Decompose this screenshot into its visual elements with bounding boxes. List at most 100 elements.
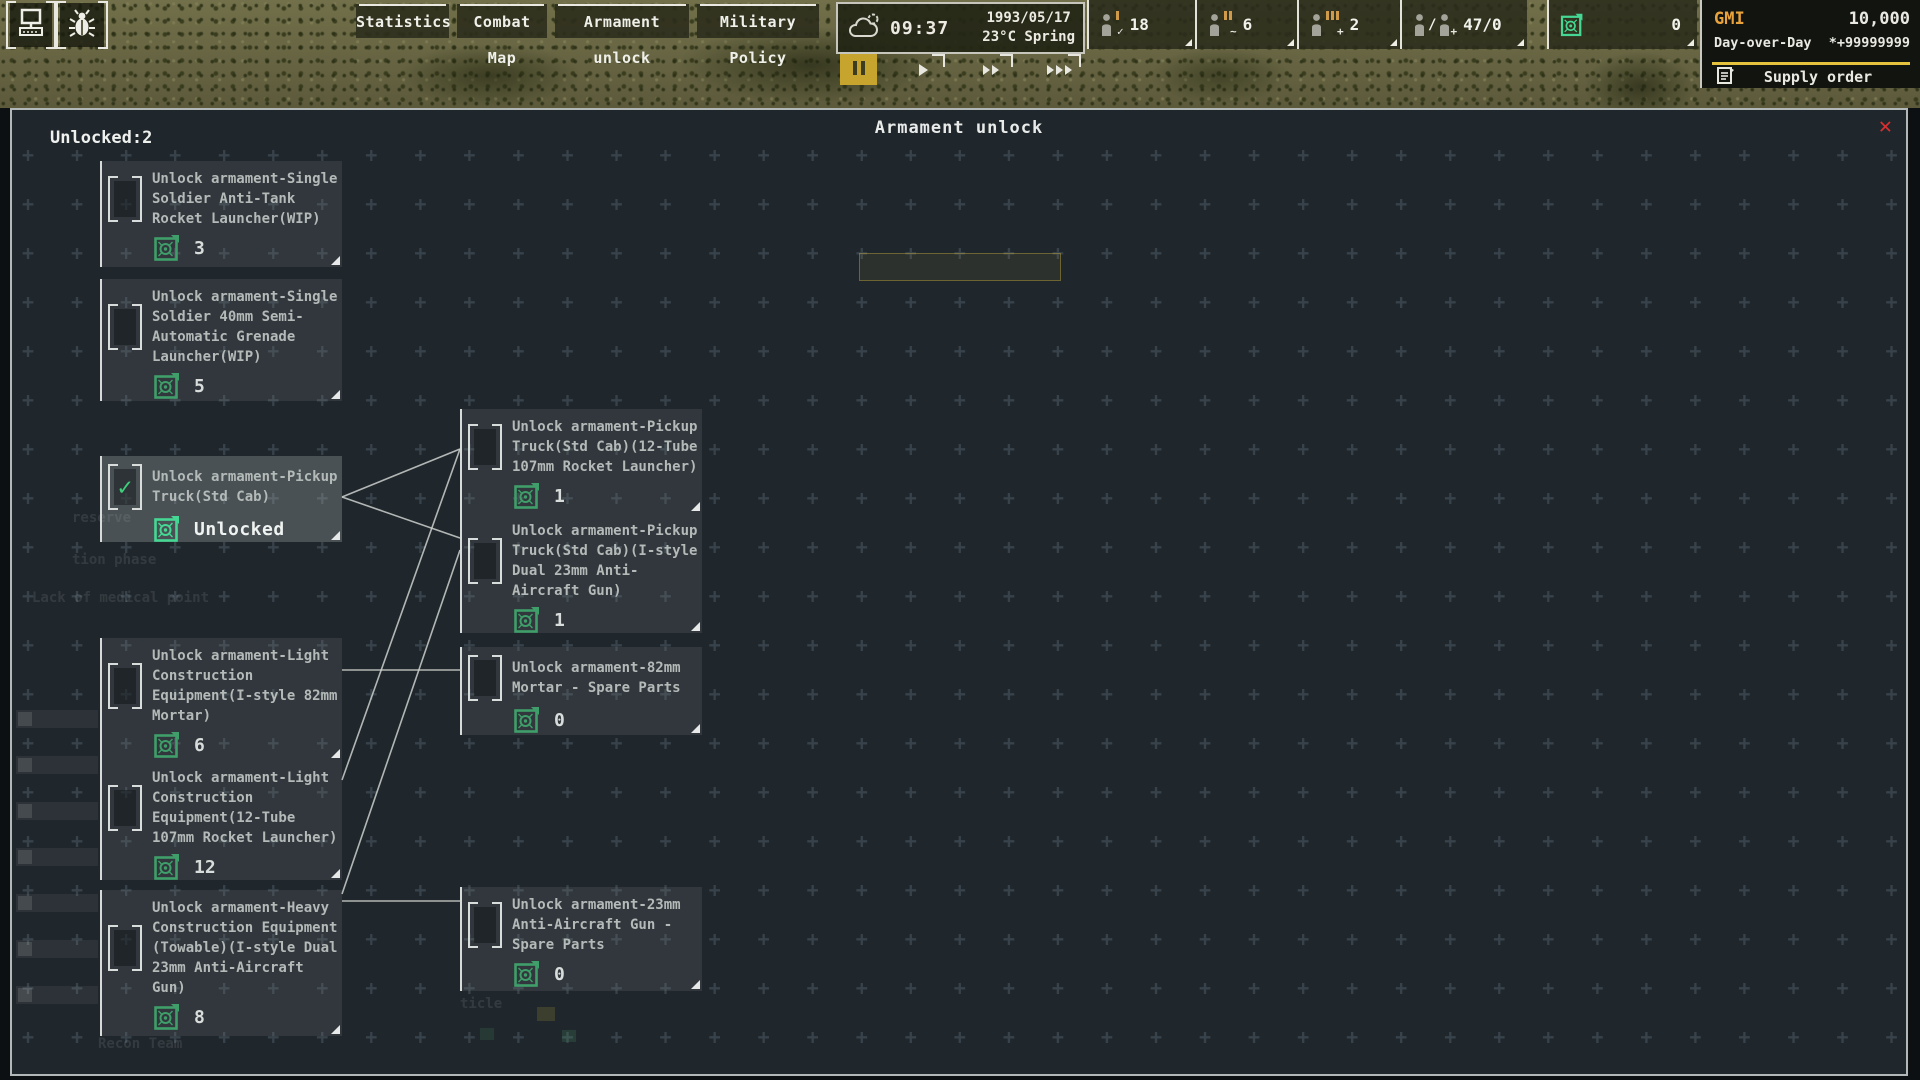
unlock-checkbox[interactable] xyxy=(108,925,142,971)
unlock-checkbox[interactable] xyxy=(108,785,142,831)
tech-node[interactable]: Unlock armament-23mmAnti-Aircraft Gun -S… xyxy=(460,887,702,991)
clock-season: 23°C Spring xyxy=(982,28,1075,47)
tech-node[interactable]: Unlock armament-SingleSoldier 40mm Semi-… xyxy=(100,279,342,401)
tech-node[interactable]: ✓Unlock armament-PickupTruck(Std Cab) Unl… xyxy=(100,456,342,542)
tech-node-title: Unlock armament-PickupTruck(Std Cab) xyxy=(152,467,337,507)
soldier-icon xyxy=(1309,13,1324,37)
clock-date-season: 1993/05/17 23°C Spring xyxy=(982,9,1075,47)
tech-node-title: Unlock armament-SingleSoldier 40mm Semi-… xyxy=(152,287,337,367)
counter-troops-tier3[interactable]: +2 xyxy=(1297,0,1400,49)
production-count: 5 xyxy=(194,376,205,397)
tech-node[interactable]: Unlock armament-82mmMortar - Spare Parts… xyxy=(460,647,702,735)
menu-statistics[interactable]: Statistics xyxy=(356,4,449,38)
play-icon xyxy=(919,64,928,76)
status-glyph: + xyxy=(1450,25,1457,38)
counter-troops-tier1[interactable]: ✓18 xyxy=(1087,0,1195,49)
system-menu-button[interactable] xyxy=(10,3,52,47)
panel-title: Armament unlock xyxy=(12,118,1906,138)
tech-node[interactable]: Unlock armament-HeavyConstruction Equipm… xyxy=(100,890,342,1036)
tech-node-title: Unlock armament-23mmAnti-Aircraft Gun -S… xyxy=(512,895,681,955)
production-count: 8 xyxy=(194,1007,205,1028)
tech-node[interactable]: Unlock armament-PickupTruck(Std Cab)(12-… xyxy=(460,409,702,513)
blueprint-icon xyxy=(152,371,182,401)
tech-node[interactable]: Unlock armament-LightConstructionEquipme… xyxy=(100,638,342,760)
tier-badge xyxy=(1326,11,1339,20)
debug-button[interactable] xyxy=(60,3,104,47)
blueprint-icon xyxy=(152,730,182,760)
pause-icon xyxy=(851,60,867,79)
finance-panel: GMI 10,000 Day-over-Day *+99999999 Suppl… xyxy=(1700,0,1920,88)
tech-node-title: Unlock armament-PickupTruck(Std Cab)(I-s… xyxy=(512,521,697,601)
counter-value: 18 xyxy=(1130,15,1149,34)
speed-play-button[interactable] xyxy=(901,54,945,85)
menu-combat-map[interactable]: Combat Map xyxy=(457,4,547,38)
unlock-checkbox[interactable] xyxy=(468,424,502,470)
blueprint-icon xyxy=(152,1002,182,1032)
counter-blueprints[interactable]: 0 xyxy=(1547,0,1697,49)
game-screen: Statistics Combat Map Armament unlock Mi… xyxy=(0,0,1920,1080)
status-glyph: + xyxy=(1337,25,1344,38)
supply-order-label: Supply order xyxy=(1764,68,1892,86)
counter-value: 2 xyxy=(1350,15,1360,34)
tech-node-title: Unlock armament-LightConstructionEquipme… xyxy=(152,646,337,726)
production-count: 0 xyxy=(554,710,565,731)
currency-label: GMI xyxy=(1714,9,1745,29)
soldier-icon xyxy=(1412,13,1427,37)
weather-icon xyxy=(846,9,884,47)
blueprint-icon xyxy=(512,705,542,735)
production-count: 1 xyxy=(554,610,565,631)
counter-value: 0 xyxy=(1671,15,1681,34)
blueprint-icon xyxy=(152,233,182,263)
day-over-day-value: *+99999999 xyxy=(1829,35,1910,51)
computer-icon xyxy=(17,8,45,42)
blueprint-icon xyxy=(152,514,182,544)
tech-node[interactable]: Unlock armament-SingleSoldier Anti-TankR… xyxy=(100,161,342,267)
blueprint-icon xyxy=(512,481,542,511)
day-over-day-label: Day-over-Day xyxy=(1714,35,1812,51)
tech-node[interactable]: Unlock armament-LightConstructionEquipme… xyxy=(100,760,342,880)
bug-icon xyxy=(67,8,97,42)
counter-troops-tier2[interactable]: ~6 xyxy=(1195,0,1297,49)
tech-node-title: Unlock armament-HeavyConstruction Equipm… xyxy=(152,898,337,998)
blueprint-icon xyxy=(152,852,182,882)
clock-time: 09:37 xyxy=(890,18,949,39)
unlock-checkbox[interactable] xyxy=(468,538,502,584)
tier-badge xyxy=(1116,11,1119,20)
supply-order-button[interactable]: Supply order xyxy=(1702,66,1920,88)
tech-node-title: Unlock armament-SingleSoldier Anti-TankR… xyxy=(152,169,337,229)
divider xyxy=(1712,62,1910,65)
unlock-checkbox[interactable] xyxy=(108,176,142,222)
tech-node-title: Unlock armament-82mmMortar - Spare Parts xyxy=(512,658,681,698)
unlock-checkbox[interactable]: ✓ xyxy=(108,464,142,510)
production-count: 6 xyxy=(194,735,205,756)
unlocked-counter: Unlocked:2 xyxy=(50,128,152,148)
unlock-checkbox[interactable] xyxy=(108,663,142,709)
clock-panel: 09:37 1993/05/17 23°C Spring xyxy=(836,2,1085,54)
unlock-checkbox[interactable] xyxy=(468,902,502,948)
connection-line xyxy=(342,550,460,894)
tech-node[interactable]: Unlock armament-PickupTruck(Std Cab)(I-s… xyxy=(460,513,702,633)
unlocked-status-label: Unlocked xyxy=(194,519,285,540)
blueprint-icon xyxy=(1559,12,1585,38)
status-glyph: ~ xyxy=(1230,25,1237,38)
counter-value: 6 xyxy=(1243,15,1253,34)
counter-troops-tierpair[interactable]: /+47/0 xyxy=(1400,0,1527,49)
unlock-checkbox[interactable] xyxy=(108,304,142,350)
blueprint-icon xyxy=(512,959,542,989)
soldier-icon xyxy=(1207,13,1222,37)
fast-forward-icon xyxy=(982,65,1000,75)
speed-fast-forward-button[interactable] xyxy=(969,54,1013,85)
production-count: 0 xyxy=(554,964,565,985)
blueprint-icon xyxy=(512,605,542,635)
unlock-checkbox[interactable] xyxy=(468,655,502,701)
menu-military-policy[interactable]: Military Policy xyxy=(697,4,819,38)
speed-fastest-button[interactable] xyxy=(1037,54,1081,85)
tech-node-title: Unlock armament-PickupTruck(Std Cab)(12-… xyxy=(512,417,697,477)
menu-armament-unlock[interactable]: Armament unlock xyxy=(555,4,689,38)
speed-pause-button[interactable] xyxy=(840,54,877,85)
tier-badge xyxy=(1224,11,1232,20)
close-icon[interactable]: ✕ xyxy=(1879,116,1892,138)
production-count: 3 xyxy=(194,238,205,259)
armament-unlock-panel: ++++++++++++++++++++++++++++++++++++++++… xyxy=(10,108,1908,1076)
connection-line xyxy=(342,449,460,497)
